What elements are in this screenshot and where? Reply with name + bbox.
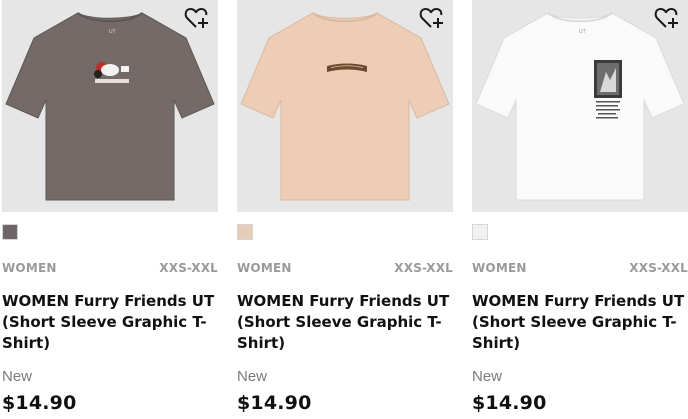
product-price: $14.90: [472, 392, 547, 414]
product-meta: WOMEN XXS-XXL: [472, 261, 688, 275]
product-image[interactable]: [237, 0, 453, 212]
product-meta: WOMEN XXS-XXL: [237, 261, 453, 275]
heart-plus-icon[interactable]: [419, 6, 445, 30]
gender-label: WOMEN: [2, 261, 57, 275]
size-range: XXS-XXL: [159, 261, 218, 275]
heart-plus-icon[interactable]: [654, 6, 680, 30]
heart-plus-icon[interactable]: [184, 6, 210, 30]
product-image[interactable]: UT: [2, 0, 218, 212]
size-range: XXS-XXL: [629, 261, 688, 275]
new-flag: New: [237, 368, 268, 385]
product-meta: WOMEN XXS-XXL: [2, 261, 218, 275]
color-swatch[interactable]: [237, 224, 253, 240]
product-title[interactable]: WOMEN Furry Friends UT (Short Sleeve Gra…: [237, 291, 451, 354]
product-image[interactable]: UT: [472, 0, 688, 212]
svg-text:UT: UT: [109, 29, 116, 35]
new-flag: New: [472, 368, 503, 385]
product-price: $14.90: [237, 392, 312, 414]
product-price: $14.90: [2, 392, 77, 414]
print-graphic: [594, 60, 622, 119]
product-card[interactable]: UT WOMEN XXS-XXL WOMEN Furry Friends UT …: [2, 0, 218, 419]
new-flag: New: [2, 368, 33, 385]
product-title[interactable]: WOMEN Furry Friends UT (Short Sleeve Gra…: [472, 291, 686, 354]
size-range: XXS-XXL: [394, 261, 453, 275]
color-swatch[interactable]: [2, 224, 18, 240]
svg-text:UT: UT: [579, 29, 586, 35]
product-card[interactable]: UT WOMEN XXS-XXL WOMEN Furry Friends UT …: [472, 0, 688, 419]
color-swatch[interactable]: [472, 224, 488, 240]
gender-label: WOMEN: [237, 261, 292, 275]
product-card[interactable]: WOMEN XXS-XXL WOMEN Furry Friends UT (Sh…: [237, 0, 453, 419]
product-grid: UT WOMEN XXS-XXL WOMEN Furry Friends UT …: [0, 0, 688, 419]
product-title[interactable]: WOMEN Furry Friends UT (Short Sleeve Gra…: [2, 291, 216, 354]
gender-label: WOMEN: [472, 261, 527, 275]
